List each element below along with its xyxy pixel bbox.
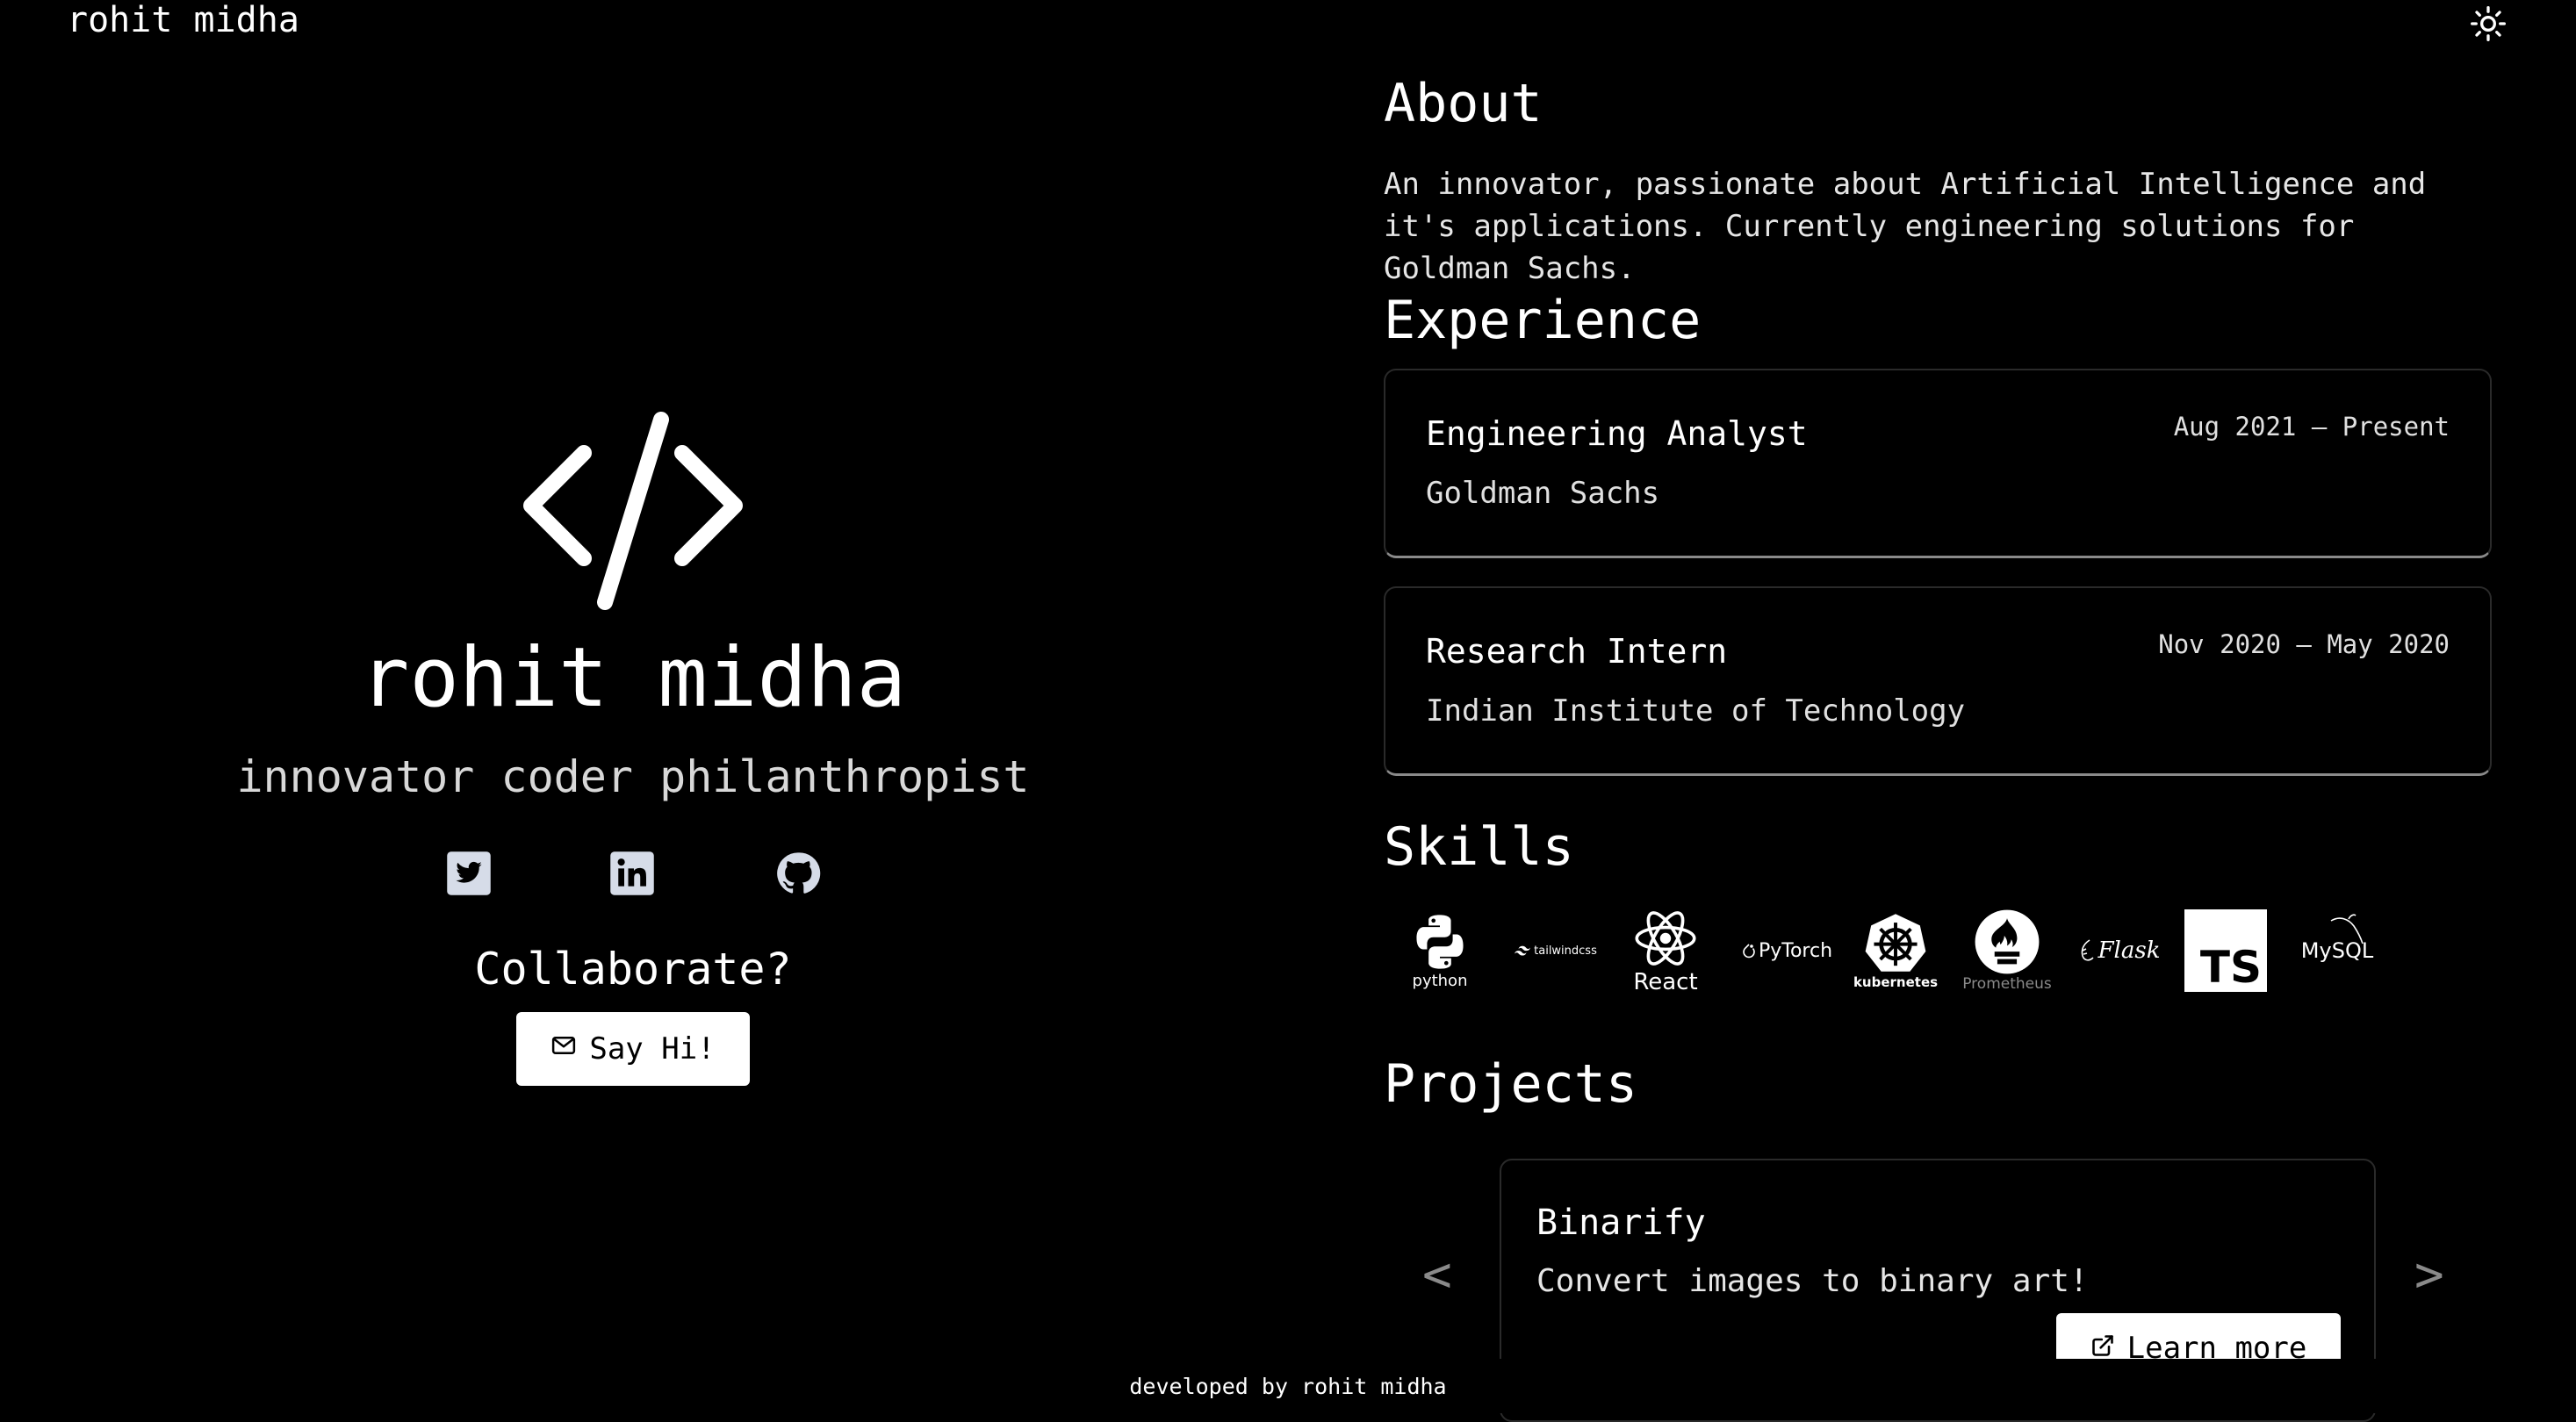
- skill-label: PyTorch: [1758, 939, 1833, 962]
- about-heading: About: [1384, 73, 1543, 134]
- nav-brand[interactable]: rohit midha: [67, 2, 299, 39]
- prometheus-icon: Prometheus: [1954, 904, 2060, 997]
- about-text: An innovator, passionate about Artificia…: [1384, 167, 2427, 286]
- kubernetes-icon: kubernetes: [1849, 904, 1942, 997]
- project-name: Binarify: [1536, 1203, 1706, 1243]
- carousel-prev-button[interactable]: <: [1422, 1245, 1452, 1306]
- experience-dates: Aug 2021 – Present: [2173, 412, 2450, 442]
- experience-dates: Nov 2020 – May 2020: [2158, 629, 2450, 659]
- mysql-icon: MySQL: [2293, 904, 2381, 997]
- tailwindcss-icon: tailwindcss: [1508, 904, 1603, 997]
- experience-heading: Experience: [1384, 290, 1702, 351]
- skill-label: python: [1412, 972, 1468, 990]
- skill-label: TS: [2199, 942, 2262, 993]
- skills-logo-row: python tailwindcss React PyTorch kuberne…: [1401, 904, 2402, 997]
- hero-name: rohit midha: [359, 630, 907, 726]
- say-hi-label: Say Hi!: [589, 1031, 716, 1066]
- skill-label: tailwindcss: [1534, 944, 1597, 958]
- pytorch-icon: PyTorch: [1735, 904, 1840, 997]
- project-description: Convert images to binary art!: [1536, 1263, 2089, 1299]
- say-hi-button[interactable]: Say Hi!: [516, 1012, 750, 1086]
- github-icon[interactable]: [774, 850, 822, 897]
- hero-tagline: innovator coder philanthropist: [236, 751, 1030, 802]
- code-logo-icon: [522, 409, 744, 613]
- skill-label: kubernetes: [1853, 974, 1939, 990]
- skills-heading: Skills: [1384, 816, 1574, 878]
- react-icon: React: [1626, 904, 1705, 997]
- footer-credit: developed by rohit midha: [1129, 1374, 1447, 1399]
- skill-label: Prometheus: [1962, 975, 2052, 993]
- experience-card: Research Intern Indian Institute of Tech…: [1384, 586, 2492, 776]
- carousel-next-button[interactable]: >: [2414, 1245, 2444, 1306]
- experience-card: Engineering Analyst Goldman Sachs Aug 20…: [1384, 369, 2492, 558]
- experience-company: Indian Institute of Technology: [1426, 693, 1966, 729]
- skill-label: React: [1633, 969, 1698, 995]
- twitter-icon[interactable]: [445, 850, 493, 897]
- collaborate-prompt: Collaborate?: [474, 944, 792, 995]
- experience-role: Research Intern: [1426, 632, 1728, 671]
- skill-label: Flask: [2097, 937, 2161, 964]
- linkedin-icon[interactable]: [608, 850, 656, 897]
- python-icon: python: [1401, 904, 1479, 997]
- typescript-icon: TS: [2184, 904, 2267, 997]
- mail-icon: [550, 1031, 577, 1066]
- flask-icon: Flask: [2070, 904, 2167, 997]
- experience-role: Engineering Analyst: [1426, 414, 1808, 453]
- experience-company: Goldman Sachs: [1426, 476, 1660, 511]
- theme-toggle-sun-icon[interactable]: [2469, 4, 2508, 43]
- projects-heading: Projects: [1384, 1053, 1637, 1115]
